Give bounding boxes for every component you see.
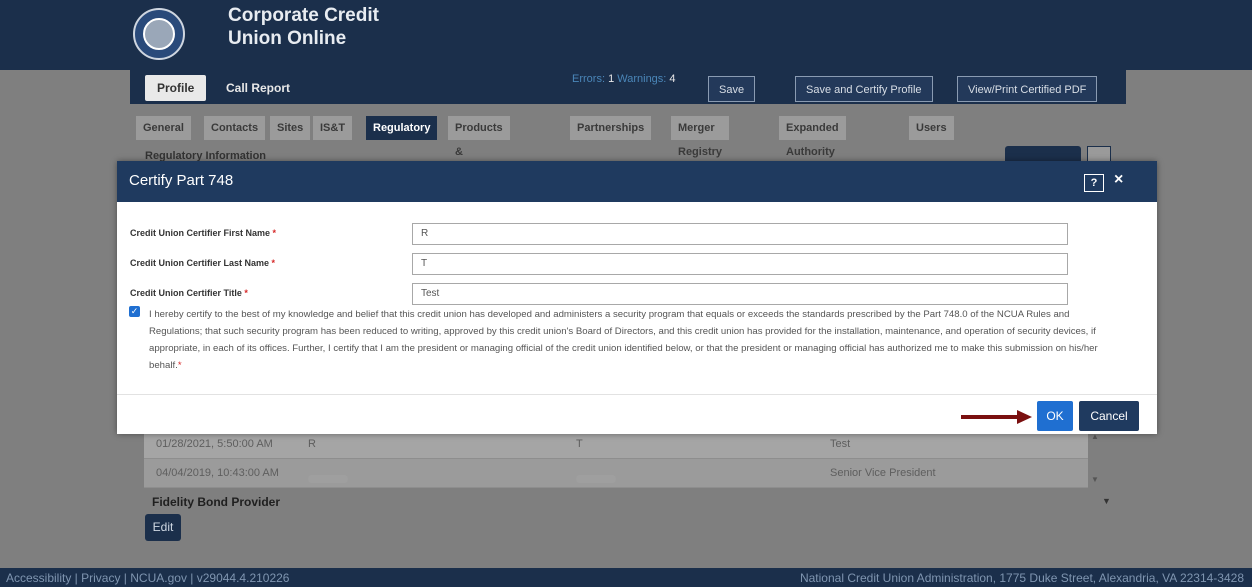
certifier-history-table: 01/28/2021, 5:50:00 AM R T Test 04/04/20… xyxy=(144,430,1088,488)
view-print-certified-pdf-button[interactable]: View/Print Certified PDF xyxy=(957,76,1098,102)
save-button[interactable]: Save xyxy=(708,76,756,102)
app-title: Corporate Credit Union Online xyxy=(228,4,379,50)
certifier-title-input[interactable]: Test xyxy=(412,283,1068,305)
help-icon[interactable]: ? xyxy=(1084,174,1104,192)
subtab-users[interactable]: Users xyxy=(909,116,954,140)
row-date: 01/28/2021, 5:50:00 AM xyxy=(156,438,273,450)
row-title: Senior Vice President xyxy=(830,467,936,479)
app-title-line2: Union Online xyxy=(228,28,347,49)
app-header: Corporate Credit Union Online xyxy=(0,0,1252,70)
chevron-down-icon[interactable]: ▼ xyxy=(1102,496,1111,506)
required-mark: * xyxy=(244,288,248,298)
subtab-expanded-authority[interactable]: Expanded Authority xyxy=(779,116,846,158)
warnings-label: Warnings: xyxy=(617,73,667,85)
dialog-footer-divider xyxy=(117,394,1157,395)
footer-links[interactable]: Accessibility | Privacy | NCUA.gov | v29… xyxy=(6,571,289,585)
first-name-label: Credit Union Certifier First Name * xyxy=(130,228,276,238)
table-row: 04/04/2019, 10:43:00 AM Senior Vice Pres… xyxy=(144,459,1088,488)
title-label-text: Credit Union Certifier Title xyxy=(130,288,242,298)
dialog-header: Certify Part 748 ? × xyxy=(117,161,1157,202)
annotation-arrow-icon xyxy=(961,410,1032,424)
subtab-general[interactable]: General xyxy=(136,116,191,140)
required-mark: * xyxy=(271,258,276,268)
certification-checkbox[interactable]: ✓ xyxy=(129,306,140,317)
subtab-merger-registry[interactable]: Merger Registry xyxy=(671,116,730,158)
row-date: 04/04/2019, 10:43:00 AM xyxy=(156,467,279,479)
close-icon[interactable]: × xyxy=(1114,171,1123,189)
scroll-down-icon[interactable]: ▼ xyxy=(1091,475,1099,484)
subtab-products-services[interactable]: Products & Services xyxy=(448,116,510,182)
subtab-ist[interactable]: IS&T xyxy=(313,116,353,140)
ok-button[interactable]: OK xyxy=(1037,401,1073,431)
certifier-last-name-input[interactable]: T xyxy=(412,253,1068,275)
certification-text: I hereby certify to the best of my knowl… xyxy=(149,309,1098,371)
save-and-certify-profile-button[interactable]: Save and Certify Profile xyxy=(795,76,933,102)
first-name-label-text: Credit Union Certifier First Name xyxy=(130,228,271,238)
cancel-button[interactable]: Cancel xyxy=(1079,401,1139,431)
tab-call-report[interactable]: Call Report xyxy=(226,75,290,101)
edit-button[interactable]: Edit xyxy=(145,514,181,541)
row-first-name: R xyxy=(308,438,316,450)
row-last-name: T xyxy=(576,438,583,450)
footer: Accessibility | Privacy | NCUA.gov | v29… xyxy=(0,568,1252,587)
certifier-first-name-input[interactable]: R xyxy=(412,223,1068,245)
footer-address: National Credit Union Administration, 17… xyxy=(799,571,1244,585)
subtab-partnerships[interactable]: Partnerships xyxy=(570,116,652,140)
tab-profile[interactable]: Profile xyxy=(145,75,207,101)
seal-emblem xyxy=(143,18,175,50)
ncua-seal-logo xyxy=(133,8,185,60)
dialog-title: Certify Part 748 xyxy=(129,172,234,189)
table-row: 01/28/2021, 5:50:00 AM R T Test xyxy=(144,430,1088,459)
errors-warnings-summary[interactable]: Errors: 1 Warnings: 4 xyxy=(572,73,676,85)
row-title: Test xyxy=(830,438,851,450)
top-nav-bar: Profile Call Report Errors: 1 Warnings: … xyxy=(130,70,1126,104)
subtab-sites[interactable]: Sites xyxy=(270,116,311,140)
errors-label: Errors: xyxy=(572,73,605,85)
certify-part-748-dialog: Certify Part 748 ? × Credit Union Certif… xyxy=(117,161,1157,434)
app-title-line1: Corporate Credit xyxy=(228,5,379,26)
errors-count: 1 xyxy=(608,73,615,85)
required-mark: * xyxy=(272,228,277,238)
required-mark: * xyxy=(177,360,182,371)
fidelity-bond-provider-label: Fidelity Bond Provider xyxy=(152,495,281,509)
title-label: Credit Union Certifier Title * xyxy=(130,288,248,298)
last-name-label: Credit Union Certifier Last Name * xyxy=(130,258,275,268)
warnings-count: 4 xyxy=(669,73,676,85)
last-name-label-text: Credit Union Certifier Last Name xyxy=(130,258,270,268)
subtab-contacts[interactable]: Contacts xyxy=(204,116,266,140)
subtab-regulatory[interactable]: Regulatory xyxy=(366,116,438,140)
page-background: Corporate Credit Union Online Profile Ca… xyxy=(0,0,1252,587)
certification-statement: I hereby certify to the best of my knowl… xyxy=(149,306,1109,374)
